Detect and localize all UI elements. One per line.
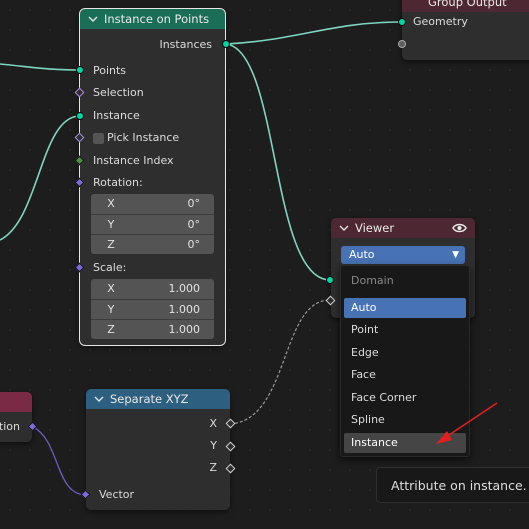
instance-on-points-title: Instance on Points: [104, 12, 210, 26]
group-output-empty-socket[interactable]: [398, 40, 406, 48]
left-partial-header[interactable]: [0, 392, 32, 412]
scale-z-field[interactable]: Z 1.000: [91, 319, 214, 339]
pick-instance-label: Pick Instance: [107, 131, 180, 144]
z-output-label: Z: [209, 461, 217, 474]
scale-vector-field[interactable]: X 1.000 Y 1.000 Z 1.000: [91, 279, 214, 339]
separate-xyz-title: Separate XYZ: [110, 392, 189, 406]
y-output-label: Y: [210, 439, 217, 452]
rotation-vector-field[interactable]: X 0° Y 0° Z 0°: [91, 194, 214, 254]
separate-xyz-header[interactable]: Separate XYZ: [86, 389, 230, 409]
domain-dropdown-value: Auto: [349, 248, 375, 261]
group-output-geometry-socket[interactable]: [398, 18, 406, 26]
selection-label: Selection: [93, 86, 144, 99]
rotation-z-field[interactable]: Z 0°: [91, 234, 214, 254]
rotation-label: Rotation:: [93, 176, 143, 189]
menu-item-auto[interactable]: Auto: [344, 298, 466, 318]
group-output-header[interactable]: Group Output: [402, 0, 529, 12]
wire-to-points: [0, 63, 81, 71]
menu-item-face[interactable]: Face: [344, 365, 466, 385]
vector-input-label: Vector: [99, 488, 135, 501]
eye-icon[interactable]: [452, 222, 467, 234]
chevron-down-icon[interactable]: [94, 394, 104, 404]
tooltip: Attribute on instance.: [376, 467, 529, 503]
rotation-x-field[interactable]: X 0°: [91, 194, 214, 213]
domain-menu[interactable]: Domain Auto Point Edge Face Face Corner …: [340, 265, 470, 457]
separate-xyz-node[interactable]: Separate XYZ X Y Z Vector: [86, 389, 230, 510]
viewer-geometry-socket[interactable]: [326, 276, 334, 284]
instance-on-points-header[interactable]: Instance on Points: [80, 9, 225, 29]
wire-vector: [32, 426, 87, 496]
left-partial-output-label: tion: [0, 420, 20, 433]
wire-instances-to-geometry: [225, 21, 403, 45]
wire-x-to-viewer: [229, 299, 331, 425]
menu-item-point[interactable]: Point: [344, 320, 466, 340]
viewer-title: Viewer: [355, 221, 395, 235]
domain-dropdown[interactable]: Auto ▼: [341, 246, 465, 264]
instance-index-label: Instance Index: [93, 154, 174, 167]
instances-output-socket[interactable]: [222, 40, 230, 48]
instance-input-socket[interactable]: [76, 112, 84, 120]
instances-output-label: Instances: [159, 38, 212, 51]
group-output-title: Group Output: [428, 0, 507, 9]
instance-label: Instance: [93, 109, 140, 122]
scale-x-field[interactable]: X 1.000: [91, 279, 214, 298]
domain-menu-title: Domain: [351, 274, 394, 287]
instance-on-points-node[interactable]: Instance on Points Instances Points Sele…: [79, 8, 226, 346]
tooltip-text: Attribute on instance.: [391, 478, 527, 493]
scale-label: Scale:: [93, 261, 127, 274]
menu-item-edge[interactable]: Edge: [344, 343, 466, 363]
pick-instance-checkbox[interactable]: [93, 133, 104, 144]
geometry-input-label: Geometry: [413, 15, 468, 28]
chevron-down-icon[interactable]: [339, 223, 349, 233]
chevron-down-icon: ▼: [452, 250, 459, 260]
group-output-node[interactable]: Group Output Geometry: [402, 0, 529, 60]
chevron-down-icon[interactable]: [88, 14, 98, 24]
wire-instances-to-viewer: [225, 43, 331, 281]
x-output-label: X: [209, 417, 217, 430]
points-input-socket[interactable]: [76, 66, 84, 74]
left-partial-node[interactable]: tion: [0, 392, 32, 442]
scale-y-field[interactable]: Y 1.000: [91, 299, 214, 319]
menu-item-instance[interactable]: Instance: [344, 433, 466, 453]
wire-to-instance: [0, 115, 81, 241]
rotation-y-field[interactable]: Y 0°: [91, 214, 214, 234]
menu-item-face-corner[interactable]: Face Corner: [344, 388, 466, 408]
menu-item-spline[interactable]: Spline: [344, 410, 466, 430]
viewer-header[interactable]: Viewer: [331, 218, 475, 238]
points-label: Points: [93, 64, 127, 77]
